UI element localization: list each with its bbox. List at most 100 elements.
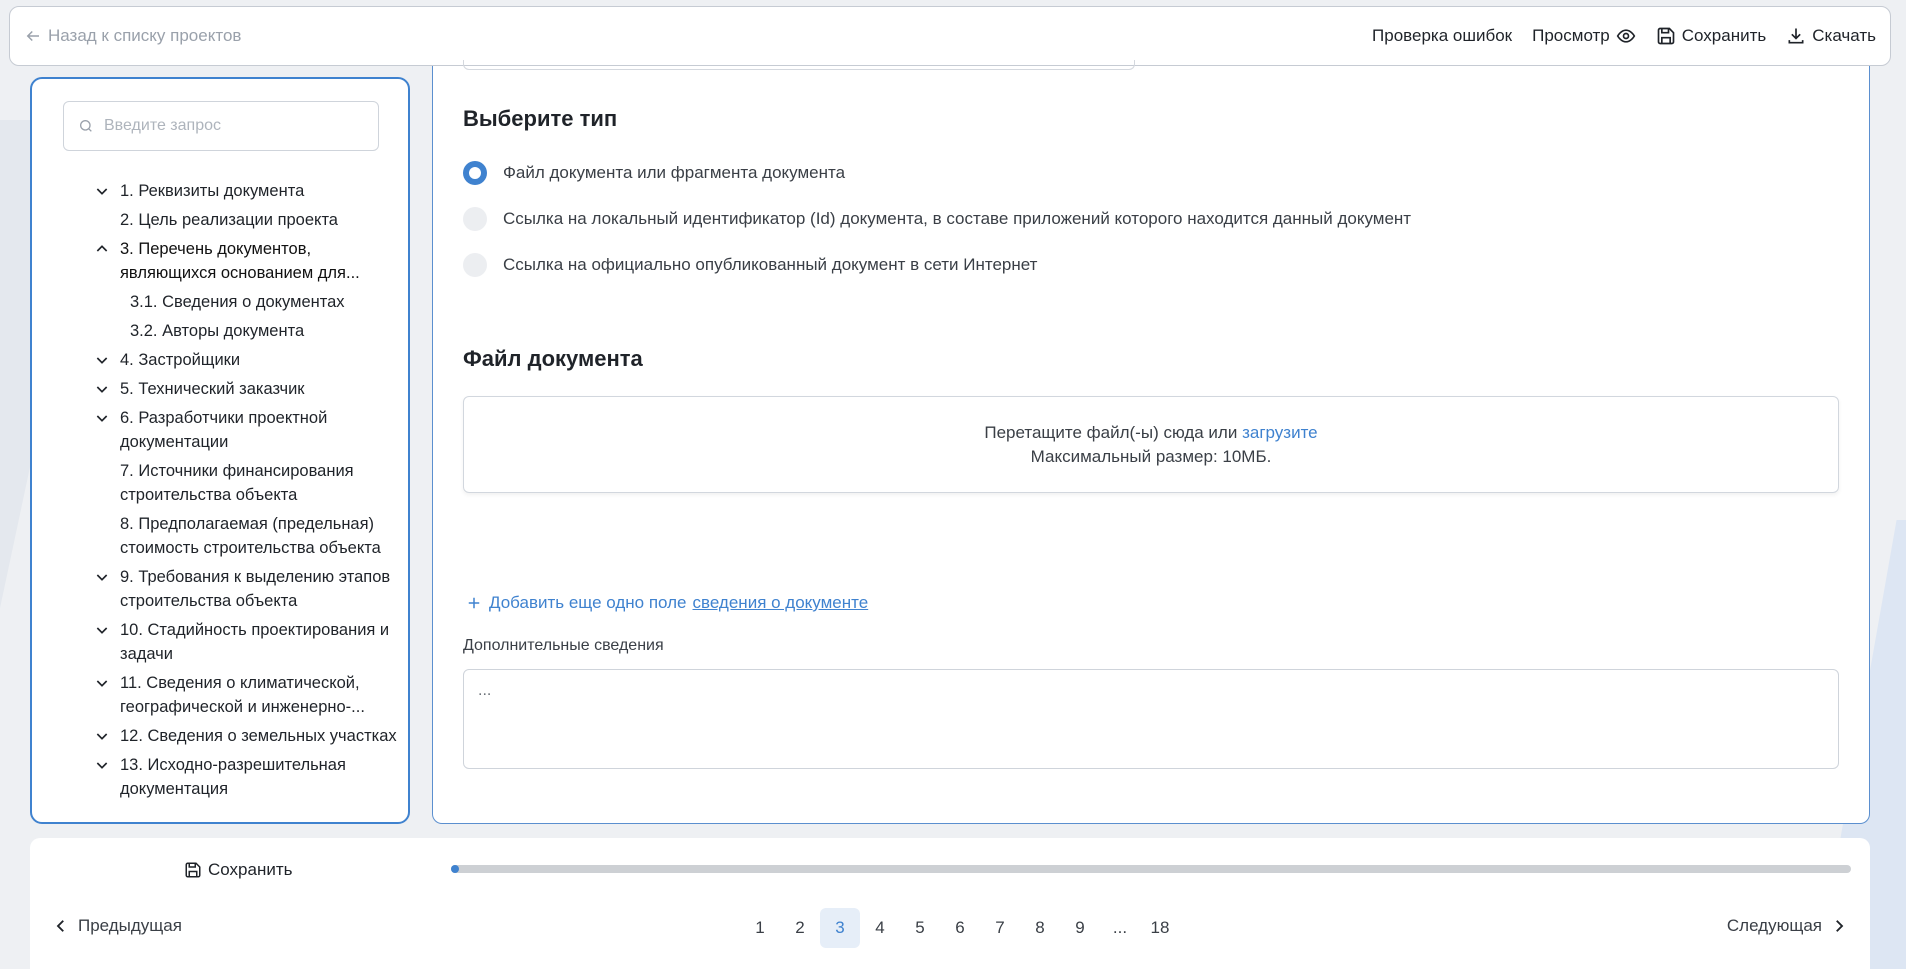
page-button[interactable]: 1: [740, 908, 780, 948]
sidebar-item-11[interactable]: 11. Сведения о климатической, географиче…: [62, 671, 402, 719]
type-option-local-id[interactable]: Ссылка на локальный идентификатор (Id) д…: [463, 207, 1411, 231]
type-option-label: Ссылка на официально опубликованный доку…: [503, 255, 1038, 274]
file-dropzone[interactable]: Перетащите файл(-ы) сюда или загрузите М…: [463, 396, 1839, 493]
file-heading: Файл документа: [463, 346, 643, 371]
radio-unchecked[interactable]: [463, 207, 487, 231]
chevron-down-icon[interactable]: [94, 757, 110, 773]
type-option-file[interactable]: Файл документа или фрагмента документа: [463, 161, 845, 185]
sidebar-item-4[interactable]: 4. Застройщики: [62, 348, 402, 372]
preview-label: Просмотр: [1532, 26, 1610, 45]
type-option-label: Ссылка на локальный идентификатор (Id) д…: [503, 209, 1412, 228]
bottom-panel: Сохранить Предыдущая 1 2 3 4 5 6 7 8 9... 18 След…: [30, 838, 1870, 969]
page-button[interactable]: 2: [780, 908, 820, 948]
dropzone-max-size: Максимальный размер: 10МБ.: [1030, 446, 1272, 466]
sidebar-item-10[interactable]: 10. Стадийность проектирования и задачи: [62, 618, 402, 666]
back-link-label: Назад к списку проектов: [48, 26, 242, 45]
prev-label: Предыдущая: [78, 916, 182, 935]
sidebar-item-3-1[interactable]: 3.1. Сведения о документах: [62, 290, 402, 314]
chevron-down-icon[interactable]: [94, 352, 110, 368]
sidebar-item-label: 12. Сведения о земельных участках: [120, 727, 397, 745]
add-field-prefix: Добавить еще одно поле: [489, 593, 687, 612]
search-box[interactable]: [63, 101, 379, 151]
sidebar-item-3[interactable]: 3. Перечень документов, являющихся основ…: [62, 237, 402, 285]
add-field-button[interactable]: Добавить еще одно поле сведения о докуме…: [465, 593, 868, 613]
arrow-left-icon: [26, 30, 39, 42]
radio-checked[interactable]: [463, 161, 487, 185]
sidebar-item-label: 5. Технический заказчик: [120, 380, 305, 398]
sidebar-item-6[interactable]: 6. Разработчики проектной документации: [62, 406, 402, 454]
next-label: Следующая: [1726, 916, 1822, 935]
page-ellipsis: ...: [1112, 918, 1128, 937]
radio-unchecked[interactable]: [463, 253, 487, 277]
chevron-right-icon: [1836, 920, 1844, 932]
type-option-internet[interactable]: Ссылка на официально опубликованный доку…: [463, 253, 1037, 277]
progress-fill: [451, 865, 459, 873]
back-to-projects-link[interactable]: Назад к списку проектов: [24, 26, 241, 46]
sidebar-item-label: 2. Цель реализации проекта: [120, 211, 338, 229]
sidebar: 1. Реквизиты документа 2. Цель реализаци…: [30, 77, 410, 824]
sidebar-item-1[interactable]: 1. Реквизиты документа: [62, 179, 402, 203]
sidebar-item-label: 3.2. Авторы документа: [130, 322, 305, 340]
additional-info-label: Дополнительные сведения: [463, 637, 664, 654]
progress-bar: [451, 865, 1851, 873]
check-errors-button[interactable]: Проверка ошибок: [1372, 26, 1512, 46]
chevron-down-icon[interactable]: [94, 183, 110, 199]
sidebar-item-label: 7. Источники финансирования строительств…: [120, 462, 354, 504]
chevron-down-icon[interactable]: [94, 410, 110, 426]
search-input[interactable]: [104, 117, 364, 135]
sidebar-item-label: 1. Реквизиты документа: [120, 182, 305, 200]
top-bar: Назад к списку проектов Проверка ошибок …: [9, 6, 1891, 66]
download-icon: [1788, 28, 1804, 44]
save-label-bottom: Сохранить: [208, 860, 293, 879]
sidebar-item-label: 3. Перечень документов, являющихся основ…: [120, 240, 360, 282]
main-panel: Выберите тип Файл документа или фрагмент…: [432, 60, 1870, 824]
chevron-down-icon[interactable]: [94, 622, 110, 638]
chevron-down-icon[interactable]: [94, 569, 110, 585]
save-button-top[interactable]: Сохранить: [1656, 26, 1766, 46]
chevron-up-icon[interactable]: [94, 241, 110, 257]
page-button[interactable]: 3: [820, 908, 860, 948]
chevron-left-icon: [56, 920, 64, 932]
dropzone-text: Перетащите файл(-ы) сюда или: [984, 422, 1238, 442]
sidebar-item-9[interactable]: 9. Требования к выделению этапов строите…: [62, 565, 402, 613]
add-field-link[interactable]: сведения о документе: [693, 593, 869, 613]
sidebar-item-label: 8. Предполагаемая (предельная) стоимость…: [120, 515, 381, 557]
sidebar-item-2[interactable]: 2. Цель реализации проекта: [62, 208, 402, 232]
download-label: Скачать: [1812, 26, 1876, 45]
page-button[interactable]: 7: [980, 908, 1020, 948]
floppy-disk-icon: [1657, 27, 1675, 45]
sidebar-item-13[interactable]: 13. Исходно-разрешительная документация: [62, 753, 402, 801]
pagination: Предыдущая 1 2 3 4 5 6 7 8 9... 18 Следующая: [30, 908, 1870, 948]
search-icon: [80, 120, 92, 132]
chevron-down-icon[interactable]: [94, 728, 110, 744]
chevron-down-icon[interactable]: [94, 381, 110, 397]
page-button[interactable]: 9: [1060, 908, 1100, 948]
download-button[interactable]: Скачать: [1786, 26, 1876, 46]
upload-link[interactable]: загрузите: [1242, 423, 1318, 442]
sidebar-item-7[interactable]: 7. Источники финансирования строительств…: [62, 459, 402, 507]
page-button[interactable]: 18: [1140, 908, 1180, 948]
sidebar-item-12[interactable]: 12. Сведения о земельных участках: [62, 724, 402, 748]
page-button[interactable]: 6: [940, 908, 980, 948]
previous-field-stub: [463, 60, 1135, 70]
floppy-disk-icon: [185, 862, 201, 878]
prev-page-button[interactable]: Предыдущая: [52, 916, 182, 936]
preview-button[interactable]: Просмотр: [1532, 26, 1636, 46]
type-option-label: Файл документа или фрагмента документа: [503, 163, 846, 182]
page-list: 1 2 3 4 5 6 7 8 9... 18: [740, 908, 1180, 948]
page-button[interactable]: 4: [860, 908, 900, 948]
sidebar-item-8[interactable]: 8. Предполагаемая (предельная) стоимость…: [62, 512, 402, 560]
additional-info-textarea[interactable]: [463, 669, 1839, 769]
sidebar-item-label: 11. Сведения о климатической, географиче…: [120, 674, 365, 716]
chevron-down-icon[interactable]: [94, 675, 110, 691]
plus-icon: [468, 597, 480, 609]
page-button[interactable]: 5: [900, 908, 940, 948]
next-page-button[interactable]: Следующая: [1727, 916, 1848, 936]
page-button[interactable]: 8: [1020, 908, 1060, 948]
save-button-bottom[interactable]: Сохранить: [184, 860, 292, 880]
sidebar-item-3-2[interactable]: 3.2. Авторы документа: [62, 319, 402, 343]
sidebar-item-label: 6. Разработчики проектной документации: [120, 409, 328, 451]
sidebar-item-5[interactable]: 5. Технический заказчик: [62, 377, 402, 401]
dropzone-line: Перетащите файл(-ы) сюда или загрузите: [984, 421, 1317, 445]
sidebar-item-label: 3.1. Сведения о документах: [130, 293, 345, 311]
